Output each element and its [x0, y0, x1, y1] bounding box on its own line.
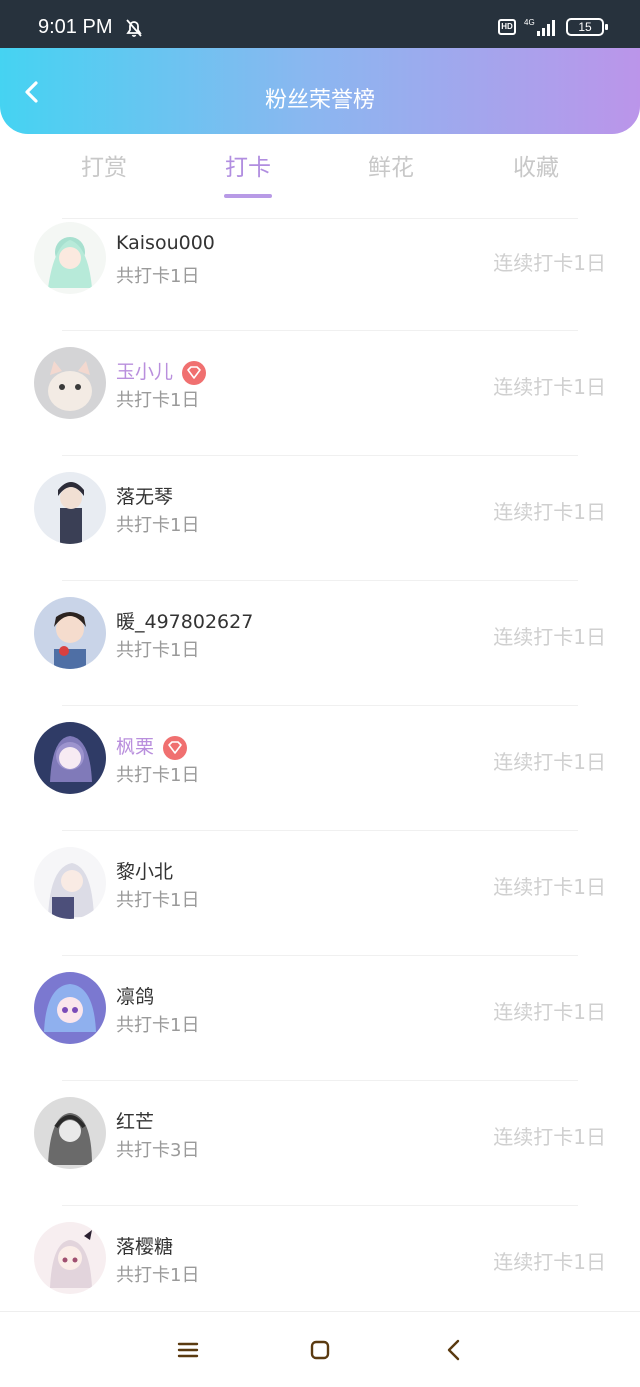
tab-favorites[interactable]: 收藏: [481, 148, 591, 182]
tab-active-indicator: [224, 194, 272, 198]
avatar[interactable]: [34, 847, 106, 919]
avatar[interactable]: [34, 222, 106, 294]
fan-name-vip[interactable]: 枫栗: [116, 732, 188, 761]
divider: [62, 218, 578, 219]
total-checkin: 共打卡1日: [116, 266, 200, 287]
total-checkin: 共打卡1日: [116, 890, 200, 911]
total-checkin: 共打卡1日: [116, 390, 200, 411]
avatar[interactable]: [34, 472, 106, 544]
avatar[interactable]: [34, 1222, 106, 1294]
divider: [62, 580, 578, 581]
diamond-badge-icon: [182, 360, 207, 385]
avatar[interactable]: [34, 347, 106, 419]
system-navigation-bar: [0, 1311, 640, 1387]
fan-name[interactable]: 落无琴: [116, 482, 173, 509]
network-label: 4G: [524, 18, 535, 27]
status-bar: 9:01 PM HD 4G 15: [0, 0, 640, 48]
list-item[interactable]: 枫栗 共打卡1日 连续打卡1日: [0, 705, 640, 830]
page-title: 粉丝荣誉榜: [264, 88, 375, 113]
streak-checkin: 连续打卡1日: [493, 500, 606, 524]
streak-checkin: 连续打卡1日: [493, 625, 606, 649]
fan-name[interactable]: 黎小北: [116, 857, 173, 884]
divider: [62, 330, 578, 331]
avatar[interactable]: [34, 722, 106, 794]
total-checkin: 共打卡1日: [116, 1015, 200, 1036]
list-item[interactable]: 凛鸽 共打卡1日 连续打卡1日: [0, 955, 640, 1080]
fan-name-text: 枫栗: [116, 736, 155, 758]
fan-name[interactable]: 暖_497802627: [116, 607, 253, 634]
signal-4g-icon: 4G: [524, 18, 555, 36]
back-triangle-icon[interactable]: [442, 1338, 466, 1362]
total-checkin: 共打卡1日: [116, 765, 200, 786]
tab-flowers[interactable]: 鲜花: [336, 148, 446, 182]
list-item[interactable]: 落无琴 共打卡1日 连续打卡1日: [0, 455, 640, 580]
avatar[interactable]: [34, 1097, 106, 1169]
divider: [62, 705, 578, 706]
total-checkin: 共打卡1日: [116, 515, 200, 536]
fan-name[interactable]: Kaisou000: [116, 232, 215, 254]
divider: [62, 1205, 578, 1206]
fan-name[interactable]: 红芒: [116, 1107, 154, 1134]
list-item[interactable]: Kaisou000 共打卡1日 连续打卡1日: [0, 218, 640, 330]
page-header: 粉丝荣誉榜: [0, 48, 640, 134]
battery-icon: 15: [566, 18, 608, 36]
streak-checkin: 连续打卡1日: [493, 375, 606, 399]
fan-name[interactable]: 凛鸽: [116, 982, 154, 1009]
streak-checkin: 连续打卡1日: [493, 1250, 606, 1274]
muted-bell-icon: [126, 19, 142, 37]
tab-reward[interactable]: 打赏: [49, 148, 159, 182]
home-square-icon[interactable]: [308, 1338, 332, 1362]
hd-icon: HD: [498, 19, 516, 35]
divider: [62, 455, 578, 456]
system-icons: HD 4G 15: [498, 17, 608, 37]
diamond-badge-icon: [163, 735, 188, 760]
total-checkin: 共打卡3日: [116, 1140, 200, 1161]
list-item[interactable]: 暖_497802627 共打卡1日 连续打卡1日: [0, 580, 640, 705]
streak-checkin: 连续打卡1日: [493, 1000, 606, 1024]
divider: [62, 955, 578, 956]
avatar[interactable]: [34, 972, 106, 1044]
tab-checkin[interactable]: 打卡: [193, 148, 303, 182]
divider: [62, 1080, 578, 1081]
tab-bar: 打赏 打卡 鲜花 收藏: [0, 148, 640, 202]
divider: [62, 830, 578, 831]
list-item[interactable]: 玉小儿 共打卡1日 连续打卡1日: [0, 330, 640, 455]
status-time: 9:01 PM: [38, 16, 113, 38]
total-checkin: 共打卡1日: [116, 1265, 200, 1286]
menu-icon[interactable]: [176, 1338, 200, 1362]
list-item[interactable]: 红芒 共打卡3日 连续打卡1日: [0, 1080, 640, 1205]
total-checkin: 共打卡1日: [116, 640, 200, 661]
fan-name[interactable]: 落樱糖: [116, 1232, 173, 1259]
streak-checkin: 连续打卡1日: [493, 875, 606, 899]
fan-name-vip[interactable]: 玉小儿: [116, 357, 207, 386]
streak-checkin: 连续打卡1日: [493, 251, 606, 275]
streak-checkin: 连续打卡1日: [493, 750, 606, 774]
streak-checkin: 连续打卡1日: [493, 1125, 606, 1149]
avatar[interactable]: [34, 597, 106, 669]
list-item[interactable]: 黎小北 共打卡1日 连续打卡1日: [0, 830, 640, 955]
fan-name-text: 玉小儿: [116, 361, 174, 383]
fan-ranking-list: Kaisou000 共打卡1日 连续打卡1日 玉小儿 共打卡1日 连续打卡1日 …: [0, 218, 640, 1330]
